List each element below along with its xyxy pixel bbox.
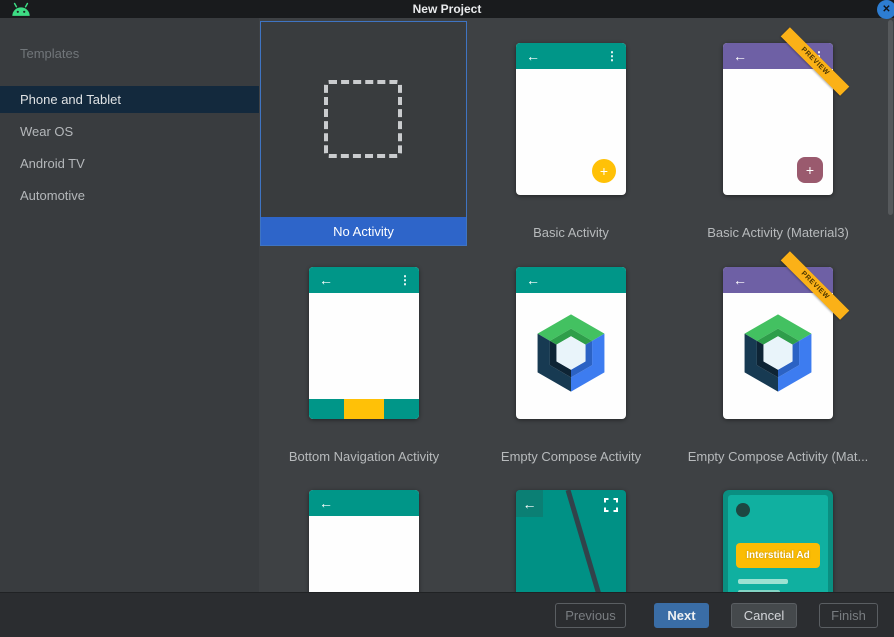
card-label: Basic Activity (Material3) (674, 225, 882, 240)
template-gallery: No Activity ← ⋮ + Basic Activity ← ⋮ + P… (259, 18, 894, 592)
sidebar-item-phone-and-tablet[interactable]: Phone and Tablet (0, 86, 259, 113)
app-bar: ← ⋮ (516, 43, 626, 69)
fab-icon: + (797, 157, 823, 183)
dialog-title: New Project (413, 2, 482, 16)
back-arrow-icon: ← (319, 267, 333, 293)
template-card-no-activity[interactable]: No Activity (260, 21, 467, 246)
back-arrow-icon: ← (516, 490, 543, 517)
vertical-scrollbar[interactable] (888, 20, 893, 215)
new-project-dialog: New Project ✕ Templates Phone and Tablet… (0, 0, 894, 637)
no-activity-placeholder-icon (324, 80, 402, 158)
title-bar: New Project ✕ (0, 0, 894, 18)
bottom-nav-bar (309, 399, 419, 419)
sidebar: Templates Phone and Tablet Wear OS Andro… (0, 18, 259, 592)
back-arrow-icon: ← (319, 490, 333, 516)
interstitial-ad-badge: Interstitial Ad (736, 543, 820, 568)
previous-button[interactable]: Previous (555, 603, 626, 628)
fullscreen-icon (604, 498, 618, 517)
back-arrow-icon: ← (526, 43, 540, 69)
template-card-basic-activity-material3[interactable]: ← ⋮ + PREVIEW (723, 43, 833, 195)
placeholder-line (738, 579, 788, 584)
sidebar-item-wear-os[interactable]: Wear OS (0, 118, 259, 145)
back-arrow-icon: ← (733, 43, 747, 69)
card-label: Empty Compose Activity (Mat... (674, 449, 882, 464)
footer-bar: Previous Next Cancel Finish (0, 592, 894, 637)
menu-dot-icon (736, 503, 750, 517)
app-bar: ← ⋮ (309, 267, 419, 293)
card-label: Bottom Navigation Activity (260, 449, 468, 464)
card-label: Basic Activity (467, 225, 675, 240)
template-card-empty-compose-activity-material3[interactable]: ← PREVIEW (723, 267, 833, 419)
overflow-menu-icon: ⋮ (399, 273, 411, 287)
jetpack-compose-logo-icon (736, 311, 820, 400)
next-button[interactable]: Next (654, 603, 709, 628)
sidebar-item-automotive[interactable]: Automotive (0, 182, 259, 209)
back-arrow-icon: ← (526, 267, 540, 293)
app-bar: ← (516, 267, 626, 293)
template-card-row3-fullscreen[interactable]: ← (516, 490, 626, 592)
finish-button[interactable]: Finish (819, 603, 878, 628)
template-card-bottom-navigation-activity[interactable]: ← ⋮ (309, 267, 419, 419)
template-card-row3-admob[interactable]: Interstitial Ad (723, 490, 833, 592)
cancel-button[interactable]: Cancel (731, 603, 797, 628)
back-arrow-icon: ← (733, 267, 747, 293)
sidebar-header: Templates (20, 46, 79, 61)
sidebar-item-android-tv[interactable]: Android TV (0, 150, 259, 177)
card-label: No Activity (261, 217, 466, 245)
card-label: Empty Compose Activity (467, 449, 675, 464)
template-card-basic-activity[interactable]: ← ⋮ + (516, 43, 626, 195)
template-card-empty-compose-activity[interactable]: ← (516, 267, 626, 419)
app-bar: ← (309, 490, 419, 516)
overflow-menu-icon: ⋮ (606, 49, 618, 63)
jetpack-compose-logo-icon (529, 311, 613, 400)
fab-icon: + (592, 159, 616, 183)
close-icon[interactable]: ✕ (877, 0, 894, 19)
template-card-row3-1[interactable]: ← (309, 490, 419, 592)
